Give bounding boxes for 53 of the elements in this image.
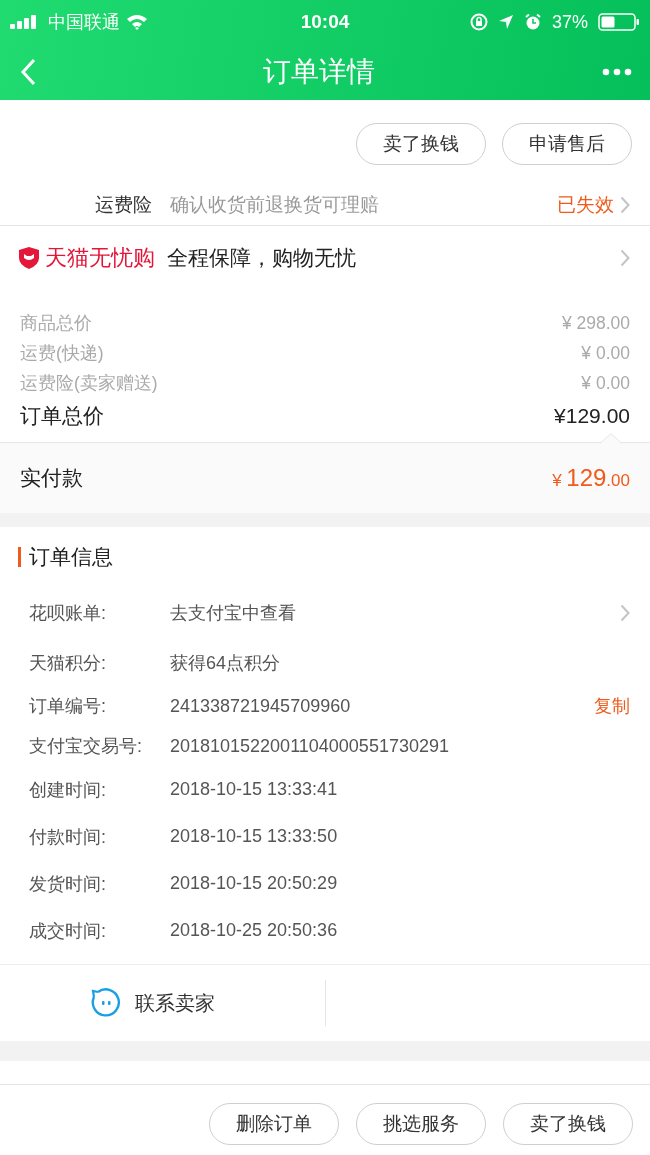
info-value: 241338721945709960 bbox=[170, 695, 352, 717]
info-label: 订单编号: bbox=[29, 695, 107, 718]
wifi-icon bbox=[126, 14, 148, 30]
chevron-right-icon bbox=[620, 249, 630, 267]
more-options-icon[interactable] bbox=[602, 68, 632, 76]
info-label: 支付宝交易号: bbox=[29, 735, 143, 758]
price-amount: ¥ 0.00 bbox=[581, 372, 630, 394]
info-value: 2018-10-25 20:50:36 bbox=[170, 920, 339, 941]
info-value: 2018-10-15 20:50:29 bbox=[170, 873, 339, 894]
price-label: 商品总价 bbox=[20, 312, 92, 335]
action-button[interactable]: 卖了换钱 bbox=[356, 122, 486, 165]
rotation-lock-icon bbox=[470, 13, 488, 31]
clock-time: 10:04 bbox=[300, 11, 350, 33]
action-button[interactable]: 申请售后 bbox=[502, 122, 632, 165]
section-title: 订单信息 bbox=[29, 544, 113, 570]
chevron-right-icon bbox=[620, 196, 630, 214]
guarantee-text: 全程保障，购物无忧 bbox=[167, 245, 357, 271]
alarm-clock-icon bbox=[524, 13, 542, 31]
info-label: 发货时间: bbox=[29, 872, 107, 896]
location-arrow-icon bbox=[498, 14, 514, 30]
info-label: 天猫积分: bbox=[29, 651, 107, 675]
action-button[interactable]: 挑选服务 bbox=[356, 1103, 486, 1145]
carrier-name: 中国联通 bbox=[48, 11, 120, 34]
price-amount: ¥ 0.00 bbox=[581, 342, 630, 364]
info-value: 2018101522001104000551730291 bbox=[170, 735, 450, 757]
info-value[interactable]: 去支付宝中查看 bbox=[170, 601, 620, 625]
price-label: 订单总价 bbox=[20, 403, 104, 429]
guarantee-brand: 天猫无忧购 bbox=[45, 244, 155, 272]
battery-icon bbox=[598, 13, 640, 31]
chevron-right-icon bbox=[620, 604, 630, 622]
action-button[interactable]: 卖了换钱 bbox=[503, 1103, 633, 1145]
info-label: 创建时间: bbox=[29, 778, 107, 802]
paid-amount: ¥ 129.00 bbox=[552, 464, 630, 492]
insurance-label: 运费险 bbox=[95, 193, 152, 217]
price-label: 运费(快递) bbox=[20, 342, 104, 365]
info-value: 2018-10-15 13:33:50 bbox=[170, 826, 339, 847]
info-label: 付款时间: bbox=[29, 825, 107, 849]
page-title: 订单详情 bbox=[263, 55, 375, 89]
battery-percent: 37% bbox=[552, 11, 588, 33]
price-label: 运费险(卖家赠送) bbox=[20, 372, 158, 395]
price-amount: ¥129.00 bbox=[554, 404, 630, 428]
action-button[interactable]: 删除订单 bbox=[209, 1103, 339, 1145]
contact-seller-link[interactable]: 联系卖家 bbox=[134, 989, 215, 1017]
shield-icon bbox=[18, 246, 40, 270]
insurance-description: 确认收货前退换货可理赔 bbox=[170, 193, 380, 217]
paid-label: 实付款 bbox=[20, 465, 83, 491]
info-value: 2018-10-15 13:33:41 bbox=[170, 779, 339, 800]
info-label: 成交时间: bbox=[29, 919, 107, 943]
chat-face-icon bbox=[90, 988, 121, 1018]
info-value: 获得64点积分 bbox=[170, 651, 282, 675]
copy-link[interactable]: 复制 bbox=[594, 694, 630, 718]
price-amount: ¥ 298.00 bbox=[561, 312, 630, 334]
info-label: 花呗账单: bbox=[29, 602, 107, 625]
